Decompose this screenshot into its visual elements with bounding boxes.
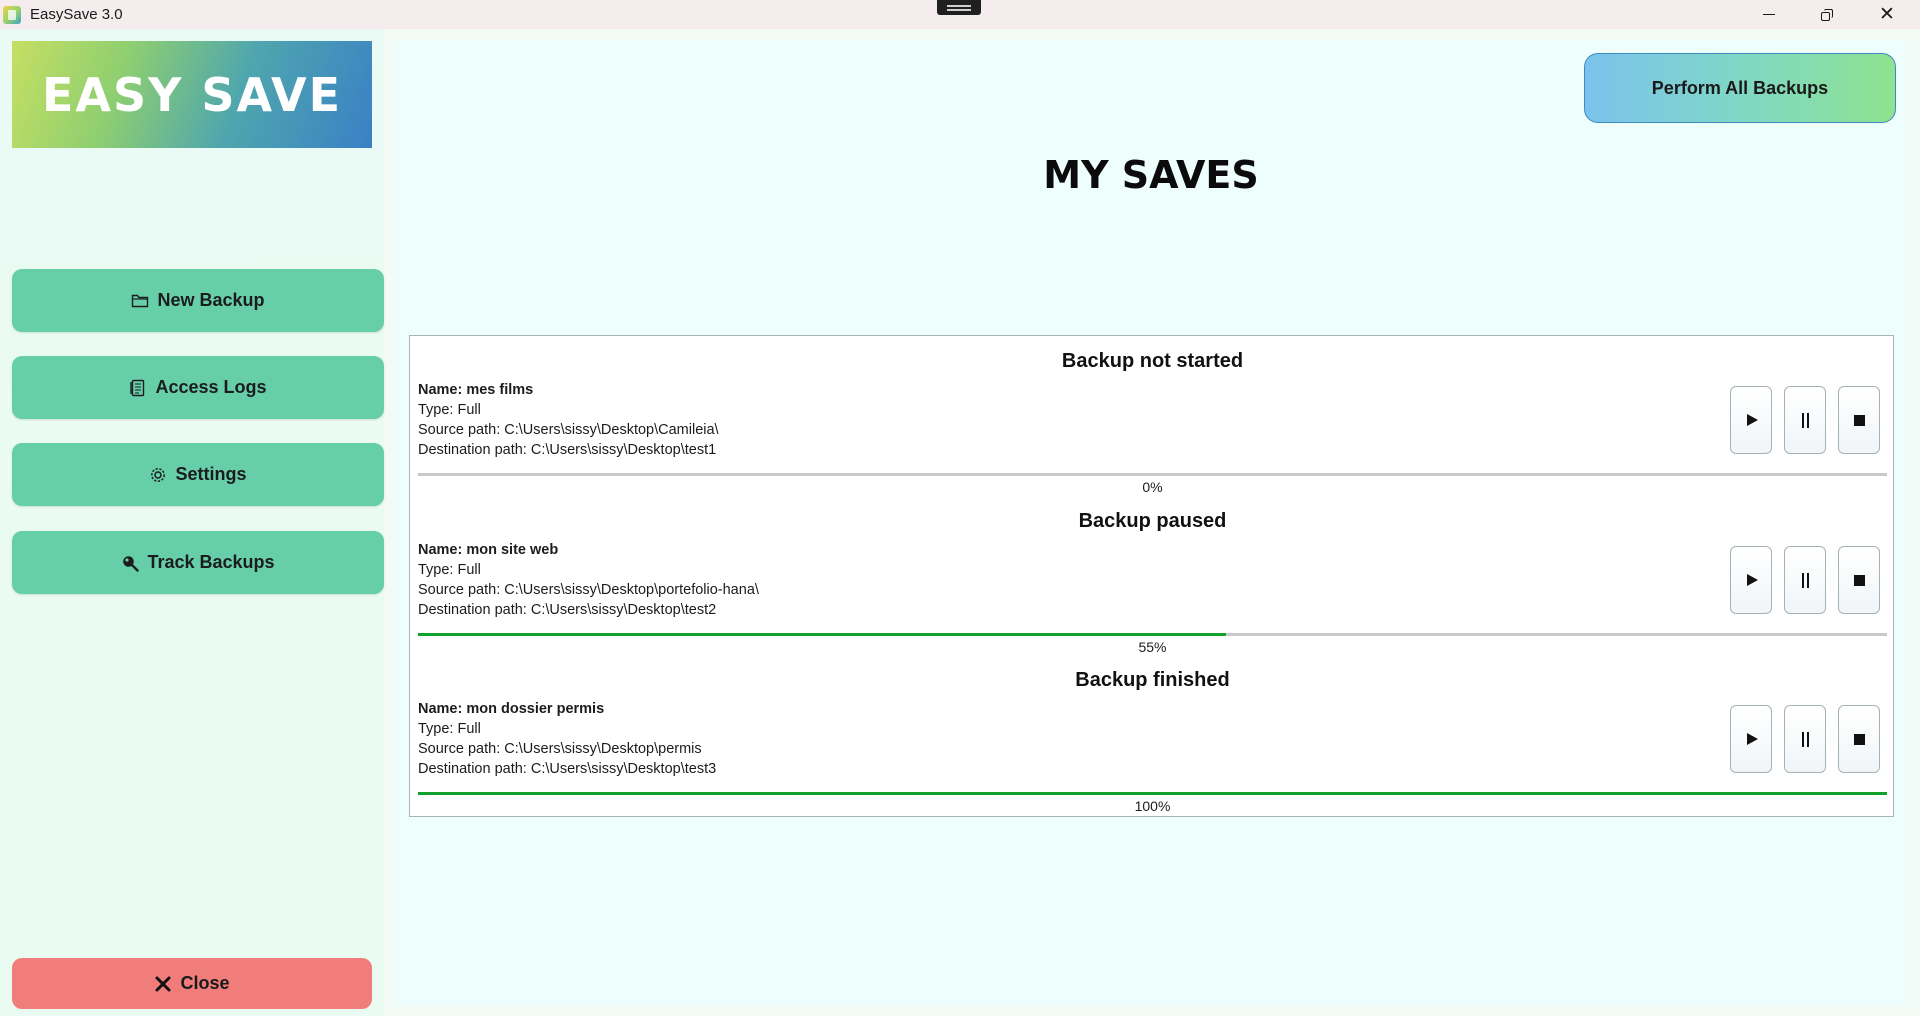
backup-type: Type: Full	[418, 721, 481, 737]
play-icon	[1747, 733, 1758, 745]
logo-text: EASY SAVE	[41, 67, 343, 122]
backup-status: Backup not started	[1061, 350, 1244, 372]
backup-destination: Destination path: C:\Users\sissy\Desktop…	[418, 442, 717, 458]
play-button[interactable]	[1730, 705, 1772, 773]
minimize-icon	[1763, 13, 1775, 16]
stop-button[interactable]	[1838, 705, 1880, 773]
progress-label: 0%	[1142, 479, 1163, 495]
page-title: MY SAVES	[1043, 153, 1259, 197]
minimize-button[interactable]	[1740, 0, 1798, 29]
stop-icon	[1853, 414, 1865, 426]
access-logs-button[interactable]: Access Logs	[12, 356, 384, 419]
backup-source: Source path: C:\Users\sissy\Desktop\Cami…	[418, 422, 719, 438]
pause-button[interactable]	[1784, 705, 1826, 773]
pause-icon	[1801, 731, 1809, 747]
gear-icon	[151, 467, 166, 482]
backup-source: Source path: C:\Users\sissy\Desktop\perm…	[418, 741, 702, 757]
window-close-button[interactable]: ✕	[1858, 0, 1916, 29]
backup-info: Name: mon site web Type: Full Source pat…	[418, 540, 759, 620]
close-icon: ✕	[1879, 4, 1895, 25]
track-backups-button[interactable]: Track Backups	[12, 531, 384, 594]
progress-bar	[418, 633, 1887, 636]
backup-destination: Destination path: C:\Users\sissy\Desktop…	[418, 761, 717, 777]
backup-status: Backup paused	[1078, 510, 1227, 532]
stop-button[interactable]	[1838, 386, 1880, 454]
progress-label: 55%	[1138, 639, 1167, 655]
x-icon	[155, 976, 171, 991]
restore-button[interactable]	[1798, 0, 1856, 29]
pause-button[interactable]	[1784, 386, 1826, 454]
pause-button[interactable]	[1784, 546, 1826, 614]
restore-icon	[1821, 8, 1833, 21]
snap-handle[interactable]	[937, 0, 981, 15]
progress-label: 100%	[1134, 798, 1171, 814]
backup-item: Backup finished Name: mon dossier permis…	[410, 655, 1895, 814]
pause-icon	[1801, 572, 1809, 588]
close-app-label: Close	[180, 973, 230, 993]
progress-fill	[418, 633, 1226, 636]
stop-icon	[1853, 574, 1865, 586]
new-backup-button[interactable]: New Backup	[12, 269, 384, 332]
main-panel: Perform All Backups MY SAVES Backup not …	[396, 41, 1906, 1006]
magnifier-icon	[123, 555, 140, 572]
backup-name: Name: mon dossier permis	[418, 701, 605, 717]
play-button[interactable]	[1730, 546, 1772, 614]
new-backup-label: New Backup	[157, 290, 265, 310]
backup-item: Backup not started Name: mes films Type:…	[410, 336, 1895, 495]
backup-destination: Destination path: C:\Users\sissy\Desktop…	[418, 602, 717, 618]
settings-label: Settings	[175, 464, 247, 484]
backup-list: Backup not started Name: mes films Type:…	[409, 335, 1894, 817]
backup-info: Name: mon dossier permis Type: Full Sour…	[418, 699, 716, 779]
backup-item: Backup paused Name: mon site web Type: F…	[410, 496, 1895, 655]
progress-bar	[418, 792, 1887, 795]
play-icon	[1747, 574, 1758, 586]
close-app-button[interactable]: Close	[12, 958, 372, 1009]
progress-bar	[418, 473, 1887, 476]
app-logo: EASY SAVE	[12, 41, 372, 148]
window-title: EasySave 3.0	[30, 6, 123, 23]
pause-icon	[1801, 412, 1809, 428]
document-icon	[130, 379, 145, 396]
backup-name: Name: mon site web	[418, 542, 559, 558]
settings-button[interactable]: Settings	[12, 443, 384, 506]
backup-info: Name: mes films Type: Full Source path: …	[418, 380, 719, 460]
window-titlebar: EasySave 3.0 ✕	[0, 0, 1920, 29]
track-backups-label: Track Backups	[147, 552, 275, 572]
play-button[interactable]	[1730, 386, 1772, 454]
app-icon	[3, 5, 21, 24]
play-icon	[1747, 414, 1758, 426]
folder-icon	[132, 294, 149, 307]
backup-type: Type: Full	[418, 562, 481, 578]
stop-icon	[1853, 733, 1865, 745]
sidebar: EASY SAVE New Backup Access Logs Setting…	[0, 29, 384, 1016]
stop-button[interactable]	[1838, 546, 1880, 614]
progress-fill	[418, 792, 1887, 795]
backup-type: Type: Full	[418, 402, 481, 418]
perform-all-backups-button[interactable]: Perform All Backups	[1584, 53, 1896, 123]
backup-source: Source path: C:\Users\sissy\Desktop\port…	[418, 582, 759, 598]
access-logs-label: Access Logs	[155, 377, 267, 397]
backup-status: Backup finished	[1075, 669, 1230, 691]
backup-name: Name: mes films	[418, 382, 534, 398]
